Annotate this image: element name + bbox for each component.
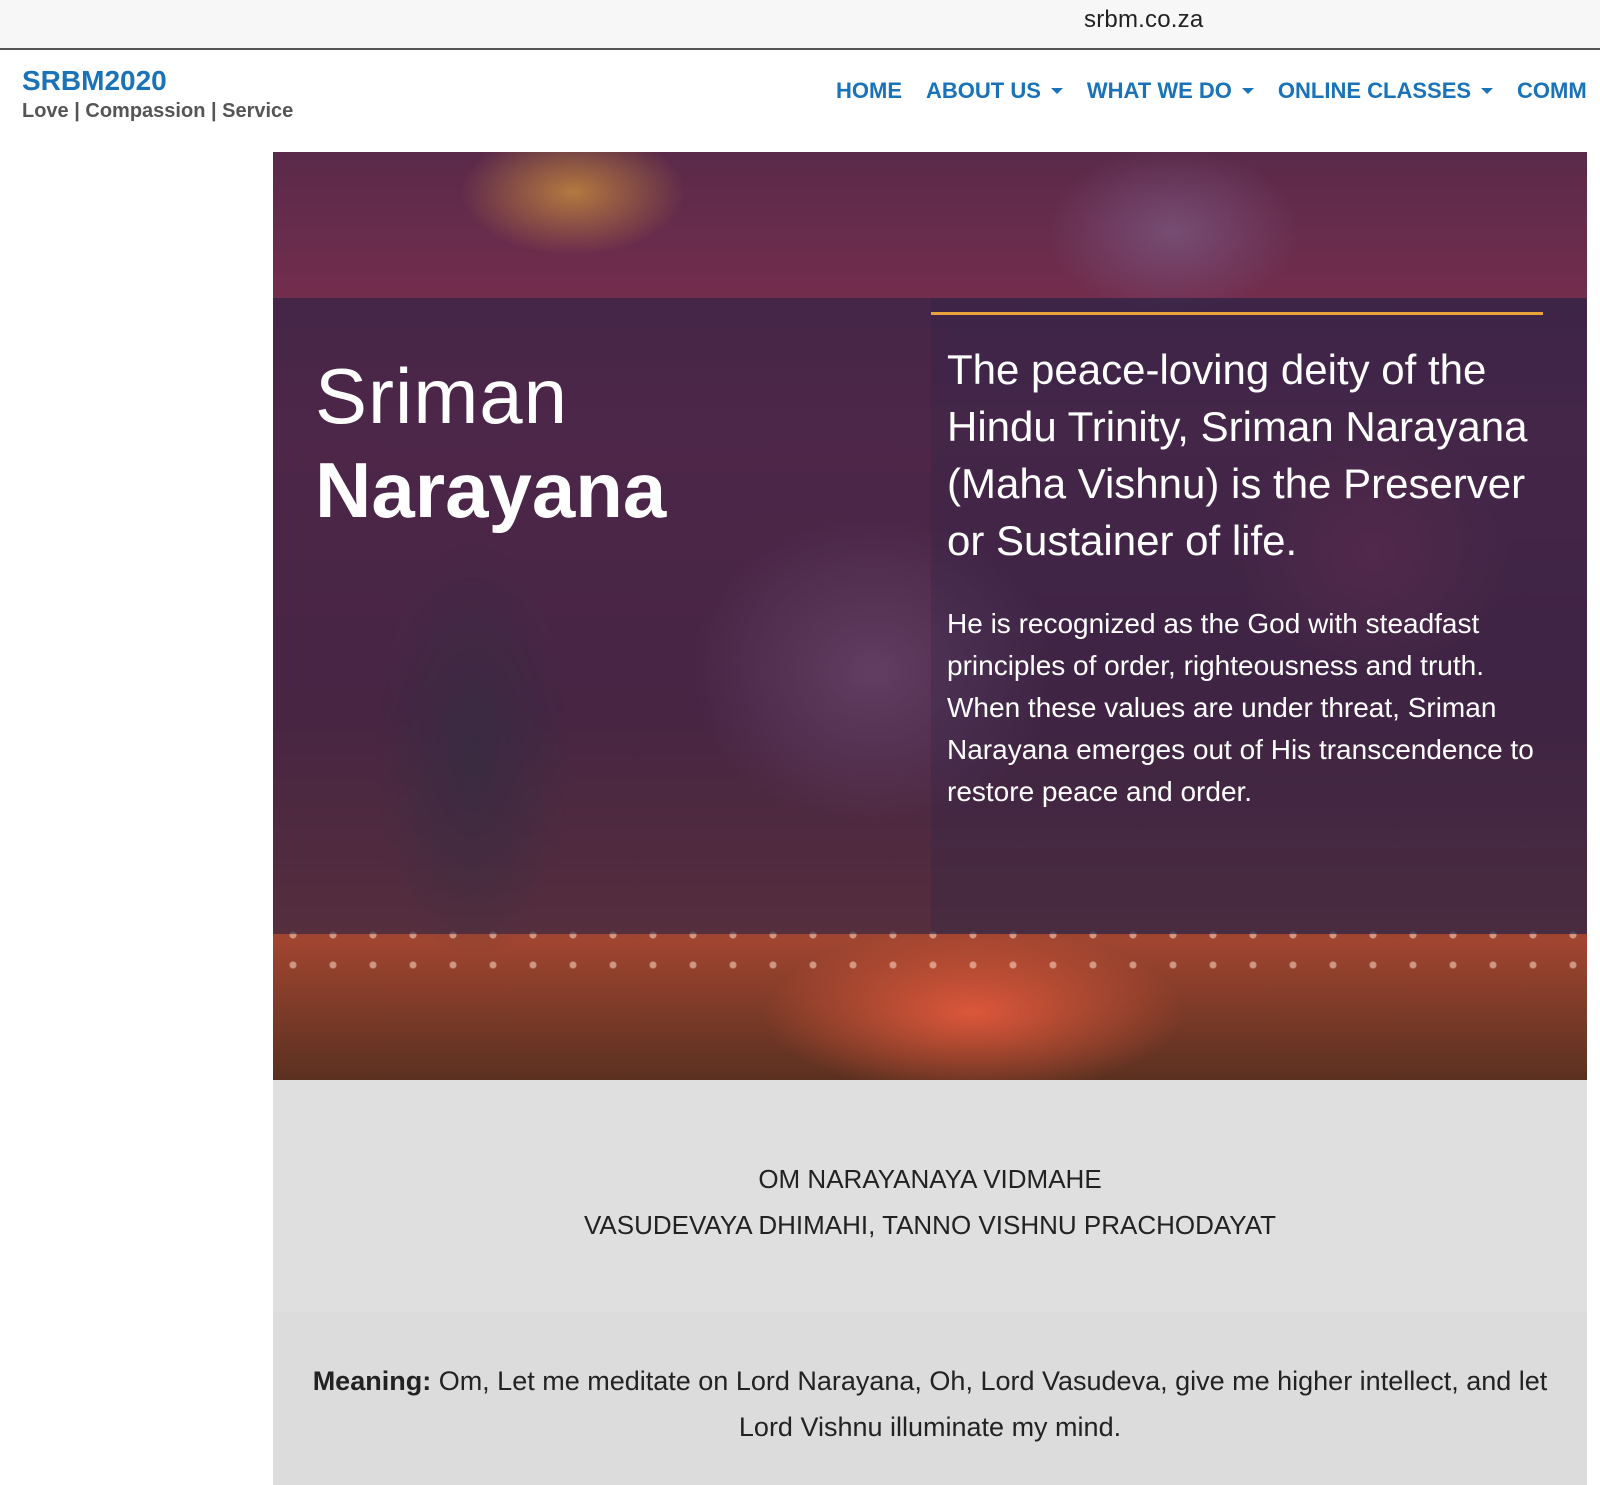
nav-about-us[interactable]: ABOUT US: [926, 78, 1063, 104]
hero-description: The peace-loving deity of the Hindu Trin…: [931, 312, 1563, 813]
accent-divider: [931, 312, 1543, 315]
nav-about-us-label: ABOUT US: [926, 78, 1041, 103]
url-text[interactable]: srbm.co.za: [1084, 6, 1203, 34]
hero-lead-text: The peace-loving deity of the Hindu Trin…: [947, 346, 1528, 564]
nav-home-label: HOME: [836, 78, 902, 103]
hero-body-text: He is recognized as the God with steadfa…: [947, 608, 1534, 807]
caret-down-icon: [1481, 88, 1494, 94]
browser-address-bar[interactable]: srbm.co.za: [0, 0, 1600, 50]
meaning-label: Meaning:: [312, 1366, 432, 1396]
nav-what-we-do[interactable]: WHAT WE DO: [1087, 78, 1254, 104]
caret-down-icon: [1241, 88, 1254, 94]
meaning-text: Om, Let me meditate on Lord Narayana, Oh…: [431, 1366, 1548, 1442]
nav-online-classes-label: ONLINE CLASSES: [1277, 78, 1472, 103]
hero-title-light: Sriman: [315, 352, 569, 440]
mantra-line-2: VASUDEVAYA DHIMAHI, TANNO VISHNU PRACHOD…: [584, 1210, 1276, 1240]
mantra-section: OM NARAYANAYA VIDMAHE VASUDEVAYA DHIMAHI…: [273, 1080, 1587, 1312]
brand[interactable]: SRBM2020 Love | Compassion | Service: [22, 64, 293, 124]
nav-what-we-do-label: WHAT WE DO: [1086, 78, 1232, 103]
site-tagline: Love | Compassion | Service: [22, 100, 294, 122]
hero-title-bold: Narayana: [315, 446, 667, 534]
caret-down-icon: [1050, 88, 1063, 94]
main-nav: HOME ABOUT US WHAT WE DO ONLINE CLASSES …: [836, 78, 1600, 104]
nav-community[interactable]: COMM: [1517, 78, 1587, 104]
site-header: SRBM2020 Love | Compassion | Service HOM…: [0, 52, 1600, 152]
hero-section: Sriman Narayana The peace-loving deity o…: [273, 152, 1587, 1080]
site-title[interactable]: SRBM2020: [22, 64, 293, 98]
nav-home[interactable]: HOME: [836, 78, 902, 104]
hero-title: Sriman Narayana: [315, 350, 666, 538]
meaning-paragraph: Meaning: Om, Let me meditate on Lord Nar…: [303, 1358, 1557, 1450]
nav-online-classes[interactable]: ONLINE CLASSES: [1277, 78, 1494, 104]
nav-community-label: COMM: [1517, 78, 1587, 103]
mantra-line-1: OM NARAYANAYA VIDMAHE: [758, 1164, 1102, 1194]
meaning-section: Meaning: Om, Let me meditate on Lord Nar…: [273, 1312, 1587, 1485]
